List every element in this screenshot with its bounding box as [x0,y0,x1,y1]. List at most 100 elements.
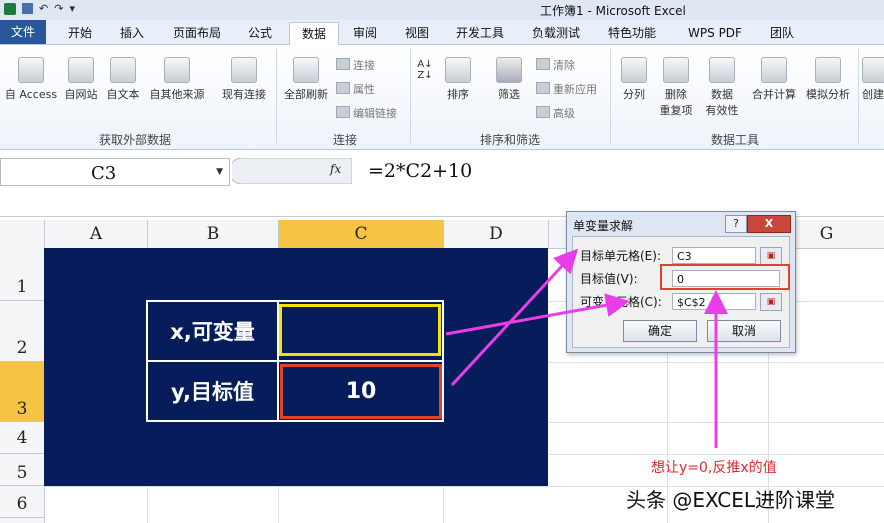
formula-input[interactable]: =2*C2+10 [368,160,472,182]
data-validation-button[interactable]: 数据 有效性 [700,57,744,118]
group-separator [276,49,277,145]
name-box-value: C3 [91,163,117,184]
create-group-button[interactable]: 创建 [862,57,884,102]
row-header-3[interactable]: 3 [0,362,44,422]
tab-formulas[interactable]: 公式 [238,22,282,44]
gridline [147,486,148,523]
group-label-data-tools: 数据工具 [710,133,759,147]
row-header-2[interactable]: 2 [0,301,44,362]
split-columns-icon [621,57,647,83]
filter-button[interactable]: 筛选 [492,57,526,102]
range-picker-icon[interactable]: ▣ [760,293,782,311]
row-header-6[interactable]: 6 [0,486,44,518]
group-label-connections: 连接 [332,133,357,147]
tab-wps-pdf[interactable]: WPS PDF [680,22,750,44]
help-button[interactable]: ? [725,215,747,233]
globe-icon [68,57,94,83]
row-header-5[interactable]: 5 [0,454,44,486]
tab-data[interactable]: 数据 [289,22,339,46]
changing-cell-input[interactable]: $C$2 [672,293,756,310]
column-header-a[interactable]: A [45,220,148,248]
column-header-b[interactable]: B [148,220,279,248]
target-value-label: 目标值(V): [580,272,638,286]
cell-b3[interactable]: y,目标值 [146,360,279,422]
cell-c2-highlight [279,304,441,356]
clear-filter-button[interactable]: 清除 [536,57,575,73]
connection-file-icon [231,57,257,83]
text-to-columns-button[interactable]: 分列 [614,57,654,102]
cell-c3-value: 10 [280,364,442,419]
tab-home[interactable]: 开始 [58,22,102,44]
redo-icon[interactable]: ↷ [54,2,63,15]
refresh-icon [293,57,319,83]
validation-icon [709,57,735,83]
tab-team[interactable]: 团队 [762,22,802,44]
properties-button[interactable]: 属性 [336,81,375,97]
sort-button[interactable]: 排序 [442,57,474,102]
column-header-c[interactable]: C [279,220,444,248]
row-header-1[interactable]: 1 [0,248,44,301]
tab-insert[interactable]: 插入 [110,22,154,44]
target-cell-label: 目标单元格(E): [580,249,661,263]
sort-icon [445,57,471,83]
properties-icon [336,82,350,94]
from-access-button[interactable]: 自 Access [2,57,60,102]
annotation-text: 想让y=0,反推x的值 [651,460,777,476]
advanced-filter-button[interactable]: 高级 [536,105,575,121]
clear-filter-icon [536,58,550,70]
name-box[interactable]: C3 ▼ [0,158,230,186]
column-header-d[interactable]: D [444,220,549,248]
tab-page-layout[interactable]: 页面布局 [165,22,229,44]
group-separator [858,49,859,145]
remove-duplicates-button[interactable]: 删除 重复项 [656,57,696,118]
tab-load-test[interactable]: 负载测试 [524,22,588,44]
from-other-sources-button[interactable]: 自其他来源 [144,57,210,102]
ok-button[interactable]: 确定 [623,320,697,342]
target-value-highlight [660,264,790,290]
tab-view[interactable]: 视图 [395,22,439,44]
edit-links-icon [336,106,350,118]
consolidate-icon [761,57,787,83]
from-text-button[interactable]: 自文本 [102,57,144,102]
tab-features[interactable]: 特色功能 [600,22,664,44]
advanced-filter-icon [536,106,550,118]
changing-cell-label: 可变单元格(C): [580,295,662,309]
range-picker-icon[interactable]: ▣ [760,247,782,265]
gridline [443,486,444,523]
insert-function-icon[interactable]: fx [330,162,341,176]
group-label-external-data: 获取外部数据 [98,133,171,147]
text-file-icon [110,57,136,83]
remove-duplicates-icon [663,57,689,83]
tab-developer[interactable]: 开发工具 [448,22,512,44]
database-icon [164,57,190,83]
link-icon [336,58,350,70]
from-web-button[interactable]: 自网站 [60,57,102,102]
row-header-4[interactable]: 4 [0,422,44,454]
target-cell-input[interactable]: C3 [672,247,756,264]
consolidate-button[interactable]: 合并计算 [748,57,800,102]
edit-links-button[interactable]: 编辑链接 [336,105,397,121]
refresh-all-button[interactable]: 全部刷新 [280,57,332,102]
close-button[interactable]: X [747,215,791,233]
cell-b2[interactable]: x,可变量 [146,300,279,362]
undo-icon[interactable]: ↶ [39,2,48,15]
connections-button[interactable]: 连接 [336,57,375,73]
window-title: 工作簿1 - Microsoft Excel [540,4,686,18]
group-separator [410,49,411,145]
outline-icon [862,57,884,83]
select-all-corner[interactable] [0,220,45,248]
cancel-button[interactable]: 取消 [707,320,781,342]
title-bar: ↶ ↷ ▾ 工作簿1 - Microsoft Excel [0,0,884,21]
what-if-analysis-button[interactable]: 模拟分析 [802,57,854,102]
existing-connections-button[interactable]: 现有连接 [218,57,270,102]
customize-qat-icon[interactable]: ▾ [69,2,75,15]
sort-ascending-button[interactable]: A↓ Z↓ [414,59,436,81]
reapply-button[interactable]: 重新应用 [536,81,597,97]
excel-logo-icon [4,2,16,15]
ribbon-tabs: 文件 开始 插入 页面布局 公式 数据 审阅 视图 开发工具 负载测试 特色功能… [0,20,884,46]
tab-review[interactable]: 审阅 [343,22,387,44]
tab-file[interactable]: 文件 [0,20,46,44]
reapply-icon [536,82,550,94]
save-icon[interactable] [22,3,33,14]
chevron-down-icon[interactable]: ▼ [216,167,223,177]
